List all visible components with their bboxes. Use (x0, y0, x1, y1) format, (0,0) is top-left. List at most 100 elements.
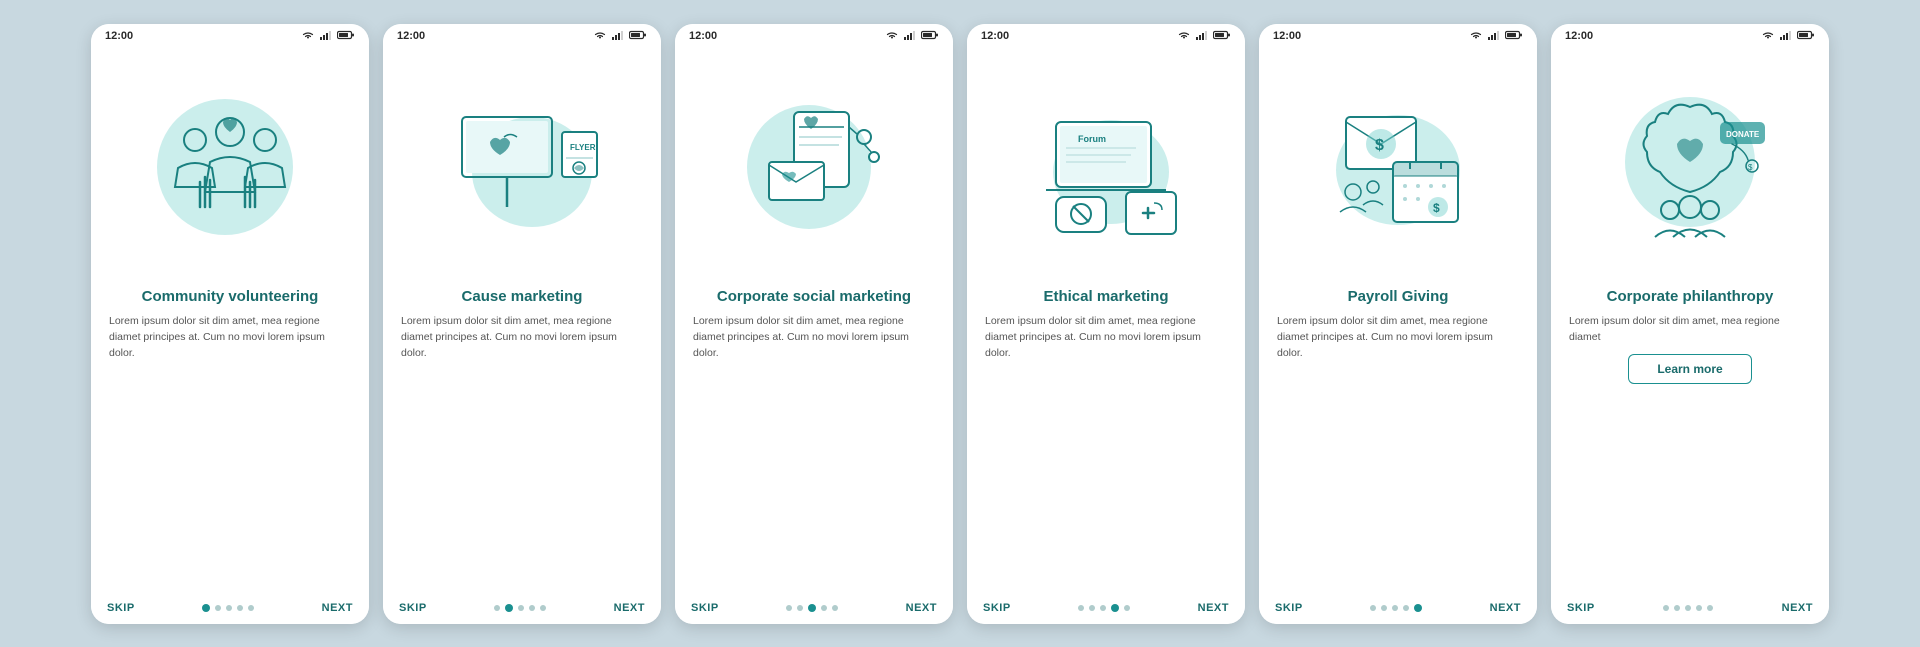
svg-text:$: $ (1748, 163, 1753, 172)
illustration-area: Forum (967, 47, 1245, 277)
battery-icon (337, 30, 355, 43)
bottom-nav: SKIP NEXT (1259, 596, 1537, 624)
status-icons (593, 30, 647, 43)
illustration-area: DONATE $ (1551, 47, 1829, 277)
battery-icon (1213, 30, 1231, 43)
dot-1 (505, 604, 513, 612)
status-time: 12:00 (105, 30, 133, 42)
dot-4 (832, 605, 838, 611)
dot-2 (1685, 605, 1691, 611)
next-button[interactable]: NEXT (322, 602, 353, 614)
next-button[interactable]: NEXT (906, 602, 937, 614)
wifi-icon (301, 30, 315, 43)
next-button[interactable]: NEXT (1198, 602, 1229, 614)
skip-button[interactable]: SKIP (1275, 602, 1303, 614)
status-bar: 12:00 (1551, 24, 1829, 47)
signal-icon (903, 30, 917, 43)
next-button[interactable]: NEXT (1782, 602, 1813, 614)
dot-3 (1111, 604, 1119, 612)
screen-body: Lorem ipsum dolor sit dim amet, mea regi… (1569, 314, 1811, 346)
svg-text:DONATE: DONATE (1726, 130, 1760, 139)
phone-screen-6: 12:00 (1551, 24, 1829, 624)
screen-title: Ethical marketing (985, 287, 1227, 307)
illustration-area (675, 47, 953, 277)
bottom-nav: SKIP NEXT (675, 596, 953, 624)
screen-body: Lorem ipsum dolor sit dim amet, mea regi… (109, 314, 351, 361)
screens-container: 12:00 (71, 4, 1849, 644)
dot-2 (1100, 605, 1106, 611)
svg-text:FLYER: FLYER (570, 143, 596, 152)
dot-1 (1089, 605, 1095, 611)
dot-1 (215, 605, 221, 611)
next-button[interactable]: NEXT (1490, 602, 1521, 614)
skip-button[interactable]: SKIP (1567, 602, 1595, 614)
signal-icon (611, 30, 625, 43)
dot-3 (1696, 605, 1702, 611)
screen-title: Community volunteering (109, 287, 351, 307)
wifi-icon (885, 30, 899, 43)
status-icons (1761, 30, 1815, 43)
signal-icon (1195, 30, 1209, 43)
nav-dots (1370, 604, 1422, 612)
dot-0 (1370, 605, 1376, 611)
skip-button[interactable]: SKIP (983, 602, 1011, 614)
dot-3 (1403, 605, 1409, 611)
nav-dots (1663, 605, 1713, 611)
learn-more-button[interactable]: Learn more (1628, 354, 1751, 384)
skip-button[interactable]: SKIP (691, 602, 719, 614)
content-area: Corporate philanthropy Lorem ipsum dolor… (1551, 277, 1829, 596)
status-time: 12:00 (397, 30, 425, 42)
battery-icon (921, 30, 939, 43)
dot-2 (1392, 605, 1398, 611)
status-bar: 12:00 (91, 24, 369, 47)
screen-body: Lorem ipsum dolor sit dim amet, mea regi… (401, 314, 643, 361)
wifi-icon (593, 30, 607, 43)
dot-4 (1124, 605, 1130, 611)
status-time: 12:00 (1273, 30, 1301, 42)
bottom-nav: SKIP NEXT (91, 596, 369, 624)
screen-title: Corporate social marketing (693, 287, 935, 307)
dot-2 (518, 605, 524, 611)
svg-text:$: $ (1433, 201, 1440, 215)
screen-title: Payroll Giving (1277, 287, 1519, 307)
screen-body: Lorem ipsum dolor sit dim amet, mea regi… (985, 314, 1227, 361)
skip-button[interactable]: SKIP (107, 602, 135, 614)
signal-icon (1779, 30, 1793, 43)
dot-2 (226, 605, 232, 611)
wifi-icon (1177, 30, 1191, 43)
status-time: 12:00 (1565, 30, 1593, 42)
dot-4 (248, 605, 254, 611)
skip-button[interactable]: SKIP (399, 602, 427, 614)
dot-0 (1078, 605, 1084, 611)
dot-4 (1707, 605, 1713, 611)
dot-0 (786, 605, 792, 611)
status-icons (885, 30, 939, 43)
signal-icon (1487, 30, 1501, 43)
dot-4 (1414, 604, 1422, 612)
screen-body: Lorem ipsum dolor sit dim amet, mea regi… (1277, 314, 1519, 361)
dot-1 (1381, 605, 1387, 611)
nav-dots (1078, 604, 1130, 612)
wifi-icon (1761, 30, 1775, 43)
dot-1 (1674, 605, 1680, 611)
status-bar: 12:00 (675, 24, 953, 47)
signal-icon (319, 30, 333, 43)
content-area: Corporate social marketing Lorem ipsum d… (675, 277, 953, 596)
next-button[interactable]: NEXT (614, 602, 645, 614)
phone-screen-2: 12:00 (383, 24, 661, 624)
status-bar: 12:00 (1259, 24, 1537, 47)
content-area: Ethical marketing Lorem ipsum dolor sit … (967, 277, 1245, 596)
content-area: Cause marketing Lorem ipsum dolor sit di… (383, 277, 661, 596)
status-bar: 12:00 (383, 24, 661, 47)
battery-icon (629, 30, 647, 43)
dot-1 (797, 605, 803, 611)
dot-0 (202, 604, 210, 612)
phone-screen-1: 12:00 (91, 24, 369, 624)
bottom-nav: SKIP NEXT (1551, 596, 1829, 624)
dot-0 (494, 605, 500, 611)
bottom-nav: SKIP NEXT (967, 596, 1245, 624)
illustration-area: FLYER (383, 47, 661, 277)
dot-4 (540, 605, 546, 611)
phone-screen-4: 12:00 (967, 24, 1245, 624)
dot-2 (808, 604, 816, 612)
